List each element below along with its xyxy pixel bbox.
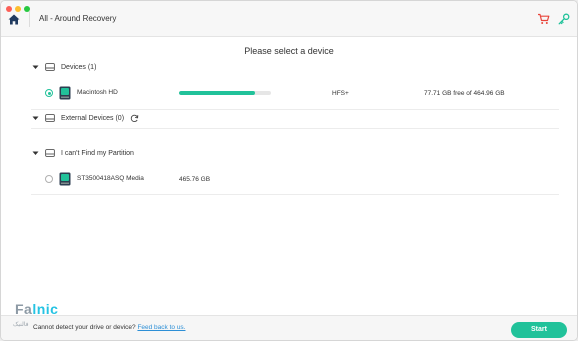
footer-help-text: Cannot detect your drive or device? Feed… bbox=[33, 324, 186, 331]
refresh-icon[interactable] bbox=[130, 114, 139, 123]
disk-size: 465.76 GB bbox=[179, 176, 211, 183]
section-divider bbox=[31, 128, 559, 129]
disk-free-space: 77.71 GB free of 464.96 GB bbox=[424, 90, 505, 97]
watermark-subtext: فالنیک bbox=[13, 322, 29, 328]
disk-filesystem: HFS+ bbox=[332, 90, 349, 97]
disk-row-macintosh-hd[interactable]: Macintosh HD bbox=[45, 86, 185, 100]
app-title: All - Around Recovery bbox=[39, 14, 117, 23]
drive-icon bbox=[45, 149, 55, 157]
home-icon bbox=[8, 14, 20, 24]
watermark-part-1: Fa bbox=[15, 301, 33, 317]
devices-section-header[interactable]: Devices (1) bbox=[31, 60, 96, 74]
disk-usage-bar bbox=[179, 91, 271, 95]
title-bar: All - Around Recovery bbox=[1, 1, 577, 37]
partition-section-label: I can't Find my Partition bbox=[61, 149, 134, 157]
disk-name: Macintosh HD bbox=[77, 89, 118, 96]
devices-section-label: Devices (1) bbox=[61, 63, 97, 71]
chevron-down-icon bbox=[31, 149, 39, 157]
external-devices-section-header[interactable]: External Devices (0) bbox=[31, 111, 139, 125]
start-button[interactable]: Start bbox=[511, 322, 567, 338]
drive-icon bbox=[45, 114, 55, 122]
feedback-link[interactable]: Feed back to us. bbox=[137, 324, 185, 331]
watermark-part-2: lnic bbox=[32, 301, 59, 317]
footer-bar: Cannot detect your drive or device? Feed… bbox=[1, 315, 577, 340]
drive-icon bbox=[45, 63, 55, 71]
partition-section-header[interactable]: I can't Find my Partition bbox=[31, 146, 134, 160]
chevron-down-icon bbox=[31, 63, 39, 71]
disk-radio-st3500418asq[interactable] bbox=[45, 175, 53, 183]
chevron-down-icon bbox=[31, 114, 39, 122]
cart-icon bbox=[538, 13, 550, 24]
home-button[interactable] bbox=[7, 12, 21, 26]
disk-radio-macintosh-hd[interactable] bbox=[45, 89, 53, 97]
footer-prompt: Cannot detect your drive or device? bbox=[33, 324, 136, 331]
cart-button[interactable] bbox=[537, 12, 551, 26]
section-divider bbox=[31, 194, 559, 195]
page-heading: Please select a device bbox=[244, 46, 334, 56]
watermark-logo: Falnic bbox=[15, 301, 58, 317]
app-window: All - Around Recovery Please select a de… bbox=[0, 0, 578, 341]
disk-icon bbox=[59, 86, 71, 100]
section-divider bbox=[31, 109, 559, 110]
register-key-button[interactable] bbox=[558, 12, 572, 26]
disk-name: ST3500418ASQ Media bbox=[77, 175, 144, 182]
disk-usage-fill bbox=[179, 91, 256, 95]
key-icon bbox=[558, 13, 570, 25]
disk-icon bbox=[59, 172, 71, 186]
external-devices-section-label: External Devices (0) bbox=[61, 114, 125, 122]
disk-row-st3500418asq[interactable]: ST3500418ASQ Media bbox=[45, 172, 185, 186]
title-separator bbox=[29, 11, 30, 27]
